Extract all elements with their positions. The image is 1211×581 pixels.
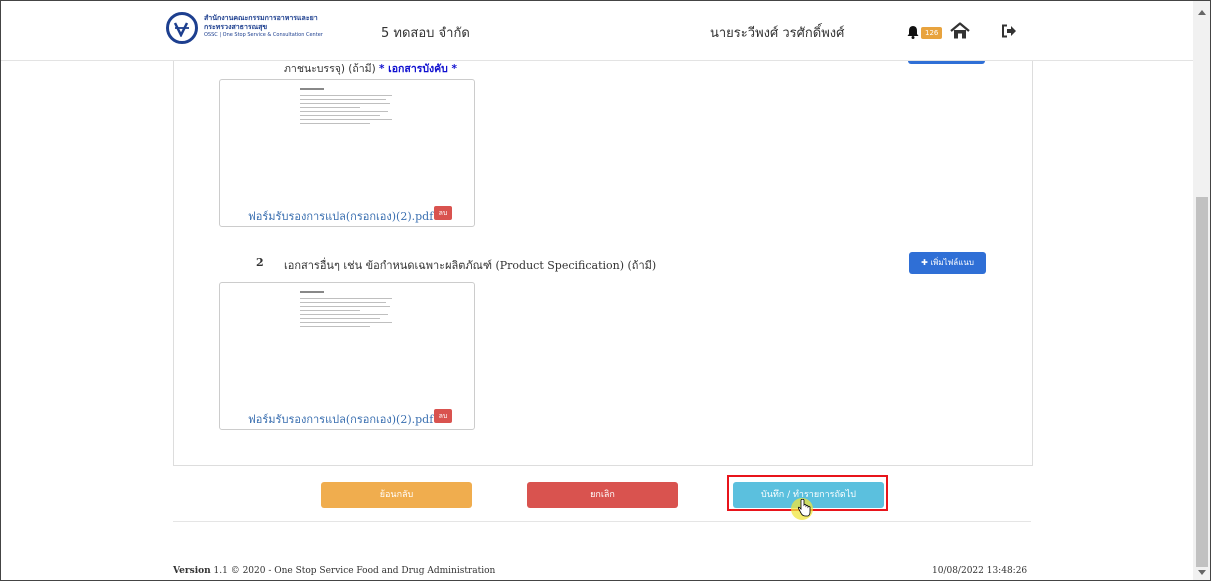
required-doc-prefix: ภาชนะบรรจุ) (ถ้ามี): [284, 63, 376, 75]
delete-button[interactable]: ลบ: [434, 206, 452, 220]
item-number: 2: [256, 256, 264, 269]
footer-datetime: 10/08/2022 13:48:26: [932, 566, 1028, 576]
required-doc-label: * เอกสารบังคับ *: [379, 63, 457, 75]
version-text: 1.1 © 2020 - One Stop Service Food and D…: [213, 566, 496, 576]
pdf-preview[interactable]: [300, 88, 392, 158]
file-card: ฟอร์มรับรองการแปล(กรอกเอง)(2).pdf ลบ: [219, 282, 475, 430]
add-file-button[interactable]: ✚ เพิ่มไฟล์แนบ: [909, 252, 986, 274]
fda-logo[interactable]: สำนักงานคณะกรรมการอาหารและยา กระทรวงสาธา…: [166, 12, 366, 48]
pdf-preview[interactable]: [300, 291, 392, 361]
file-card: ฟอร์มรับรองการแปล(กรอกเอง)(2).pdf ลบ: [219, 79, 475, 227]
file-link[interactable]: ฟอร์มรับรองการแปล(กรอกเอง)(2).pdf: [248, 410, 433, 428]
hand-cursor-icon: [797, 499, 811, 517]
scroll-up-icon[interactable]: [1198, 10, 1206, 15]
company-name: 5 ทดสอบ จำกัด: [381, 26, 470, 41]
fda-emblem-icon: [166, 12, 198, 44]
delete-button[interactable]: ลบ: [434, 409, 452, 423]
home-icon[interactable]: [950, 22, 970, 40]
item-title: เอกสารอื่นๆ เช่น ข้อกำหนดเฉพาะผลิตภัณฑ์ …: [284, 259, 657, 272]
cancel-button[interactable]: ยกเลิก: [527, 482, 678, 508]
back-button[interactable]: ย้อนกลับ: [321, 482, 472, 508]
version-label: Version: [173, 566, 211, 576]
scroll-down-icon[interactable]: [1198, 570, 1206, 575]
logout-icon[interactable]: [1001, 24, 1017, 38]
logo-text-line3: OSSC | One Stop Service & Consultation C…: [204, 32, 323, 38]
scroll-thumb[interactable]: [1196, 197, 1208, 567]
vertical-scrollbar[interactable]: [1193, 0, 1211, 581]
required-doc-line: ภาชนะบรรจุ) (ถ้ามี) * เอกสารบังคับ *: [284, 60, 457, 77]
bell-icon[interactable]: [906, 25, 920, 39]
footer-version: Version 1.1 © 2020 - One Stop Service Fo…: [173, 566, 495, 576]
top-navbar: สำนักงานคณะกรรมการอาหารและยา กระทรวงสาธา…: [0, 0, 1193, 61]
notification-badge[interactable]: 126: [921, 27, 943, 39]
separator: [173, 521, 1031, 522]
file-link[interactable]: ฟอร์มรับรองการแปล(กรอกเอง)(2).pdf: [248, 207, 433, 225]
user-name[interactable]: นายระวีพงศ์ วรศักดิ์พงศ์: [710, 22, 844, 43]
